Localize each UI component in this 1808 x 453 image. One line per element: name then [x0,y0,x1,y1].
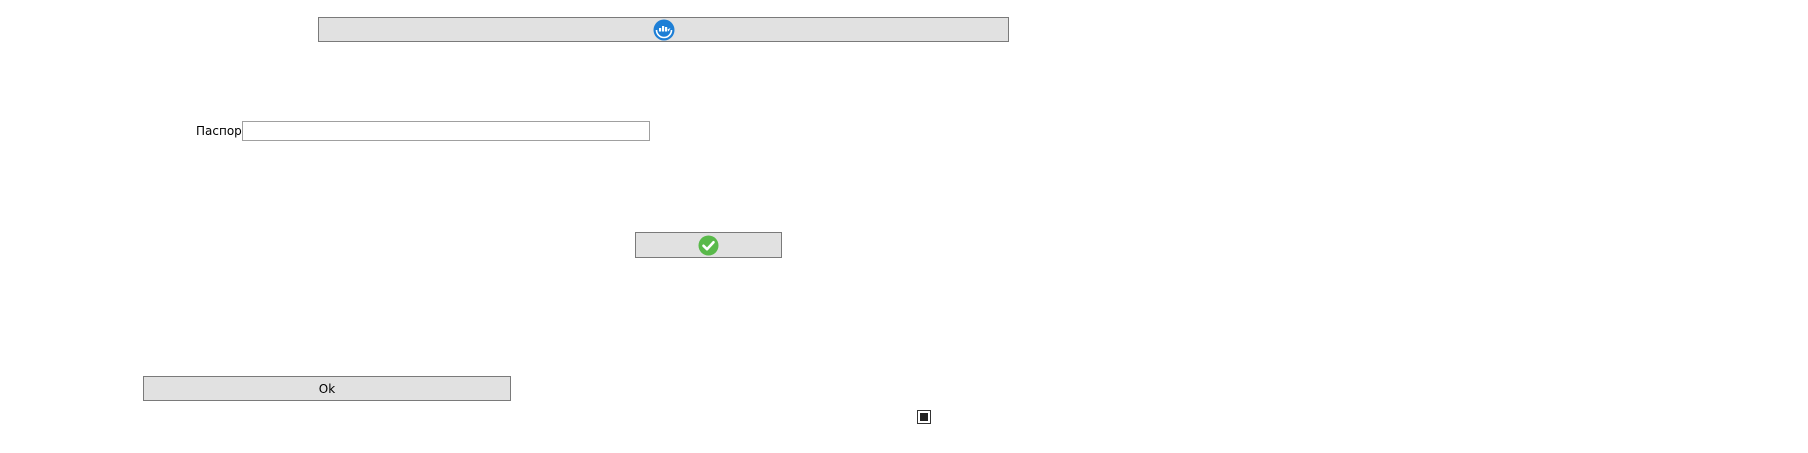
passport-input[interactable] [242,121,650,141]
top-icon-button[interactable] [318,17,1009,42]
ok-button[interactable]: Ok [143,376,511,401]
ok-button-label: Ok [318,381,336,396]
checkbox[interactable] [917,410,931,424]
green-check-icon [698,235,719,256]
checkbox-indeterminate-mark [920,413,928,421]
confirm-button[interactable] [635,232,782,258]
passport-label: Паспорт [196,124,249,138]
cloud-service-icon [653,19,675,41]
